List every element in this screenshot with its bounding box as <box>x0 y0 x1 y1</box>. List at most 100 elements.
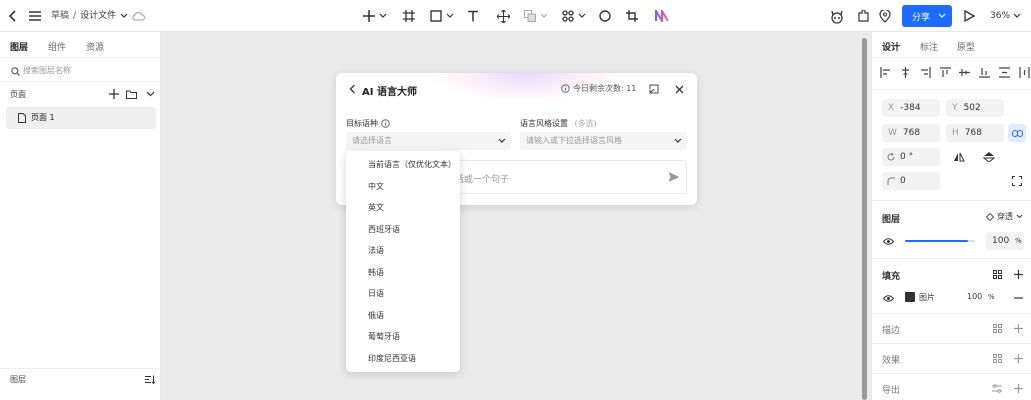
back-icon[interactable] <box>346 83 358 95</box>
style-icon[interactable] <box>991 268 1003 280</box>
chevron-down-icon[interactable] <box>378 8 388 24</box>
align-left-icon[interactable] <box>880 67 891 78</box>
tab-design[interactable]: 设计 <box>882 40 900 53</box>
circle-tool-icon[interactable] <box>598 8 612 24</box>
rotation-field[interactable]: 0 ° <box>882 148 940 166</box>
image-swatch-icon[interactable] <box>905 292 915 302</box>
send-icon[interactable] <box>667 170 681 184</box>
plugin-icon[interactable] <box>857 8 871 24</box>
alignment-toolbar <box>880 67 1030 81</box>
x-field[interactable]: X -384 <box>882 99 940 117</box>
component-icon[interactable] <box>561 8 575 24</box>
crop-tool-icon[interactable] <box>625 8 639 24</box>
option-russian[interactable]: 俄语 <box>346 305 460 326</box>
align-bottom-icon[interactable] <box>979 67 991 78</box>
tab-prototype[interactable]: 原型 <box>957 40 975 53</box>
add-export-icon[interactable] <box>1012 382 1024 394</box>
y-field[interactable]: Y 502 <box>946 99 1004 117</box>
corner-radius-icon <box>887 177 895 185</box>
settings-sliders-icon[interactable] <box>991 382 1003 394</box>
zoom-control[interactable]: 36% <box>990 8 1021 24</box>
text-tool-icon[interactable] <box>466 8 480 24</box>
option-spanish[interactable]: 西班牙语 <box>346 219 460 240</box>
add-icon[interactable] <box>362 8 376 24</box>
close-icon[interactable] <box>673 83 685 95</box>
height-field[interactable]: H 768 <box>946 124 1004 142</box>
language-style-select[interactable]: 请输入或下拉选择语言风格 <box>520 132 687 150</box>
chevron-down-icon[interactable] <box>144 88 156 100</box>
add-effect-icon[interactable] <box>1012 352 1024 364</box>
remove-fill-icon[interactable] <box>1012 292 1024 304</box>
align-center-v-icon[interactable] <box>959 67 971 78</box>
frame-tool-icon[interactable] <box>402 8 416 24</box>
constrain-proportions-icon[interactable] <box>1008 124 1026 142</box>
style-icon[interactable] <box>991 352 1003 364</box>
move-tool-icon[interactable] <box>496 8 510 24</box>
style-icon[interactable] <box>991 322 1003 334</box>
canvas-scrollbar[interactable] <box>862 38 867 400</box>
distribute-v-icon[interactable] <box>999 67 1011 78</box>
option-english[interactable]: 英文 <box>346 197 460 218</box>
opacity-field[interactable]: 100 % <box>986 232 1024 250</box>
corner-radius-field[interactable]: 0 <box>882 172 940 190</box>
opacity-slider[interactable] <box>905 240 975 242</box>
width-field[interactable]: W 768 <box>882 124 940 142</box>
flip-vertical-icon[interactable] <box>980 148 998 166</box>
search-input[interactable]: 搜索图层名称 <box>23 65 71 76</box>
option-japanese[interactable]: 日语 <box>346 283 460 304</box>
menu-icon[interactable] <box>28 8 42 24</box>
option-chinese[interactable]: 中文 <box>346 176 460 197</box>
add-fill-icon[interactable] <box>1012 268 1024 280</box>
fill-opacity-value[interactable]: 100 <box>967 292 982 301</box>
add-stroke-icon[interactable] <box>1012 322 1024 334</box>
chevron-down-icon[interactable] <box>445 8 455 24</box>
align-right-icon[interactable] <box>920 67 931 78</box>
avatar[interactable] <box>828 6 846 26</box>
divider <box>872 343 1031 344</box>
option-indonesian[interactable]: 印度尼西亚语 <box>346 348 460 369</box>
add-page-icon[interactable] <box>108 88 120 100</box>
ai-plugin-icon[interactable] <box>654 8 670 24</box>
location-icon[interactable] <box>878 8 892 24</box>
boolean-tool-icon[interactable] <box>523 8 537 24</box>
info-icon <box>381 119 390 128</box>
option-current-language[interactable]: 当前语言（仅优化文本） <box>346 154 460 175</box>
tab-annotate[interactable]: 标注 <box>920 40 938 53</box>
divider <box>872 258 1031 259</box>
page-item[interactable]: 页面 1 <box>6 107 156 129</box>
fill-type[interactable]: 图片 <box>919 292 935 303</box>
eye-icon[interactable] <box>882 235 894 247</box>
play-icon[interactable] <box>962 8 976 24</box>
option-french[interactable]: 法语 <box>346 240 460 261</box>
blend-mode-select[interactable]: 穿透 <box>986 211 1023 222</box>
breadcrumb-drafts[interactable]: 草稿 <box>51 8 69 24</box>
minimize-icon[interactable] <box>648 83 660 95</box>
tab-layers[interactable]: 图层 <box>10 40 28 53</box>
folder-icon[interactable] <box>125 88 137 100</box>
search-icon <box>10 66 20 76</box>
chevron-down-icon[interactable] <box>938 13 946 19</box>
sort-icon[interactable] <box>144 373 156 385</box>
align-center-h-icon[interactable] <box>900 67 911 78</box>
independent-corners-icon[interactable] <box>1010 174 1024 188</box>
pages-label: 页面 <box>10 90 26 99</box>
align-top-icon[interactable] <box>939 67 951 78</box>
share-button[interactable]: 分享 <box>902 5 952 27</box>
chevron-down-icon <box>1016 214 1023 219</box>
h-label: H <box>952 128 959 138</box>
rectangle-tool-icon[interactable] <box>429 8 443 24</box>
option-portuguese[interactable]: 葡萄牙语 <box>346 326 460 347</box>
page-icon <box>18 113 26 123</box>
distribute-h-icon[interactable] <box>1019 67 1030 78</box>
fill-percent-sign: % <box>988 293 995 301</box>
flip-horizontal-icon[interactable] <box>950 148 968 166</box>
target-language-select[interactable]: 请选择语言 <box>346 132 511 150</box>
file-name[interactable]: 设计文件 <box>80 8 116 24</box>
tab-assets[interactable]: 资源 <box>86 40 104 53</box>
chevron-down-icon[interactable] <box>120 8 128 24</box>
option-korean[interactable]: 韩语 <box>346 262 460 283</box>
tab-components[interactable]: 组件 <box>48 40 66 53</box>
back-icon[interactable] <box>6 8 20 24</box>
eye-icon[interactable] <box>882 292 894 304</box>
chevron-down-icon[interactable] <box>577 8 587 24</box>
